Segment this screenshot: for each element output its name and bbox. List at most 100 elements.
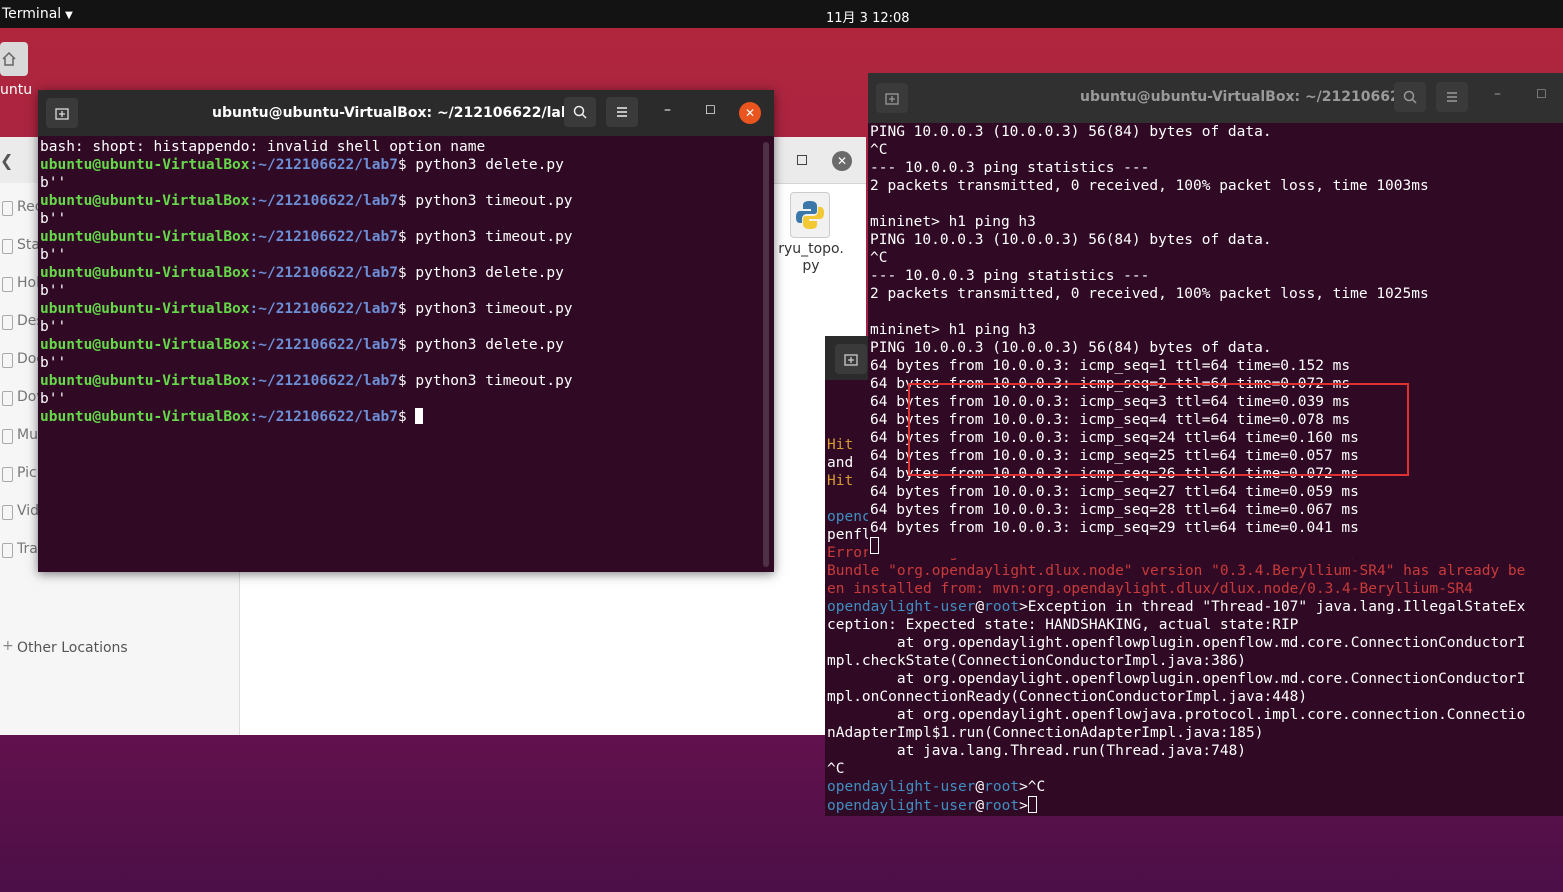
prompt-path: :~/212106622/lab7 [249, 193, 398, 209]
prompt-sign: $ [397, 301, 416, 317]
search-button[interactable] [1394, 82, 1426, 112]
output-line: 64 bytes from 10.0.0.3: icmp_seq=4 ttl=6… [870, 412, 1351, 428]
exception-line: at org.opendaylight.openflowjava.protoco… [827, 707, 1526, 723]
hit-text-2: Hit [827, 473, 862, 489]
chevron-down-icon: ▼ [65, 10, 73, 21]
sidebar-item-starred[interactable]: Sta [17, 237, 40, 253]
sidebar-item-music[interactable]: Mu [17, 427, 38, 443]
command-text: python3 delete.py [415, 337, 564, 353]
plus-icon: + [2, 638, 14, 654]
search-button[interactable] [564, 97, 596, 127]
output-line: b'' [40, 355, 67, 371]
output-line: --- 10.0.0.3 ping statistics --- [870, 268, 1150, 284]
new-tab-button[interactable] [835, 344, 867, 374]
prompt-gt: > [1019, 798, 1028, 814]
prompt-sign: $ [397, 337, 416, 353]
output-line: PING 10.0.0.3 (10.0.0.3) 56(84) bytes of… [870, 232, 1272, 248]
new-tab-icon [885, 93, 899, 105]
sidebar-item-videos[interactable]: Vid [17, 503, 39, 519]
terminal-cursor [870, 537, 879, 554]
prompt-user: opendaylight-user [827, 779, 976, 795]
bash-terminal-window[interactable]: ubuntu@ubuntu-VirtualBox: ~/212106622/la… [38, 90, 774, 572]
error-line: bash: shopt: histappendo: invalid shell … [40, 139, 486, 155]
exception-line: nAdapterImpl$1.run(ConnectionAdapterImpl… [827, 725, 1264, 741]
recent-icon [2, 201, 13, 216]
command-text: python3 timeout.py [415, 373, 573, 389]
prompt-user: ubuntu@ubuntu-VirtualBox [40, 373, 250, 389]
prompt-path: :~/212106622/lab7 [249, 301, 398, 317]
prompt-user: opendaylight-user [827, 599, 976, 615]
maximize-icon[interactable]: ☐ [705, 103, 716, 117]
menu-button[interactable] [1436, 82, 1468, 112]
command-text: python3 timeout.py [415, 229, 573, 245]
prompt-sign: $ [397, 193, 416, 209]
exception-line: mpl.checkState(ConnectionConductorImpl.j… [827, 653, 1247, 669]
prompt-user: ubuntu@ubuntu-VirtualBox [40, 301, 250, 317]
sidebar-item-pictures[interactable]: Pic [17, 465, 37, 481]
activities-app-menu[interactable]: Terminal ▼ [2, 6, 73, 22]
prompt-sign: $ [397, 409, 416, 425]
sidebar-item-other-locations[interactable]: Other Locations [17, 640, 128, 656]
new-tab-icon [55, 108, 69, 120]
exception-line: at org.opendaylight.openflowplugin.openf… [827, 671, 1526, 687]
close-button[interactable]: ✕ [739, 102, 761, 124]
prompt-host: root [984, 599, 1020, 615]
window-title: ubuntu@ubuntu-VirtualBox: ~/212106622 [1080, 89, 1410, 105]
desktop-icon [2, 315, 13, 330]
mininet-terminal-window[interactable]: ubuntu@ubuntu-VirtualBox: ~/212106622 – … [868, 73, 1563, 558]
desktop-home-label[interactable]: untu [0, 82, 32, 98]
python-file-icon[interactable] [790, 192, 830, 238]
output-line: ^C [870, 250, 888, 266]
sidebar-item-trash[interactable]: Tra [17, 541, 38, 557]
file-label[interactable]: ryu_topo. py [776, 241, 846, 275]
prompt-user: ubuntu@ubuntu-VirtualBox [40, 229, 250, 245]
sidebar-item-home[interactable]: Hol [17, 275, 40, 291]
prompt-at: @ [975, 798, 985, 814]
scrollbar[interactable] [763, 142, 769, 567]
penfl-fragment: penfl [827, 527, 871, 543]
prompt-host: root [984, 779, 1020, 795]
output-line: b'' [40, 211, 67, 227]
prompt-sign: $ [397, 265, 416, 281]
output-line: ^C [870, 142, 888, 158]
back-icon[interactable]: ❮ [0, 151, 13, 170]
exception-line: ception: Expected state: HANDSHAKING, ac… [827, 617, 1299, 633]
output-line: PING 10.0.0.3 (10.0.0.3) 56(84) bytes of… [870, 124, 1272, 140]
terminal-output-top: Hit and Hit openc penfl [827, 436, 871, 544]
new-tab-button[interactable] [46, 98, 78, 128]
bundle-line-2: en installed from: mvn:org.opendaylight.… [827, 581, 1474, 597]
prompt-sign: $ [397, 229, 416, 245]
exception-line: at org.opendaylight.openflowplugin.openf… [827, 635, 1526, 651]
terminal-output: PING 10.0.0.3 (10.0.0.3) 56(84) bytes of… [870, 123, 1429, 556]
exception-line: >Exception in thread "Thread-107" java.l… [1019, 599, 1526, 615]
prompt-at: @ [975, 599, 985, 615]
output-line: mininet> h1 ping h3 [870, 322, 1036, 338]
home-folder-icon[interactable] [0, 42, 28, 76]
output-line: --- 10.0.0.3 ping statistics --- [870, 160, 1150, 176]
maximize-icon[interactable]: ☐ [1536, 87, 1547, 101]
clock[interactable]: 11月 3 12:08 [826, 7, 910, 26]
output-line: 64 bytes from 10.0.0.3: icmp_seq=26 ttl=… [870, 466, 1359, 482]
trash-icon [2, 543, 13, 558]
window-title: ubuntu@ubuntu-VirtualBox: ~/212106622/la… [212, 105, 581, 121]
menu-button[interactable] [606, 97, 638, 127]
prompt-user: ubuntu@ubuntu-VirtualBox [40, 193, 250, 209]
home-icon [2, 277, 13, 292]
maximize-icon[interactable] [797, 155, 807, 165]
command-text: python3 timeout.py [415, 193, 573, 209]
minimize-icon[interactable]: – [1494, 86, 1501, 102]
and-text: and [827, 455, 862, 471]
output-line: b'' [40, 283, 67, 299]
new-tab-button[interactable] [876, 83, 908, 113]
command-text: python3 timeout.py [415, 301, 573, 317]
output-line: 2 packets transmitted, 0 received, 100% … [870, 178, 1429, 194]
terminal-cursor [415, 408, 424, 424]
titlebar: ubuntu@ubuntu-VirtualBox: ~/212106622 – … [868, 73, 1563, 123]
prompt-sign: $ [397, 157, 416, 173]
prompt-user: opendaylight-user [827, 798, 976, 814]
output-line: 64 bytes from 10.0.0.3: icmp_seq=25 ttl=… [870, 448, 1359, 464]
close-icon[interactable]: ✕ [832, 151, 852, 171]
minimize-icon[interactable]: – [664, 102, 671, 118]
output-line: 64 bytes from 10.0.0.3: icmp_seq=29 ttl=… [870, 520, 1359, 536]
prompt-host: root [984, 798, 1020, 814]
